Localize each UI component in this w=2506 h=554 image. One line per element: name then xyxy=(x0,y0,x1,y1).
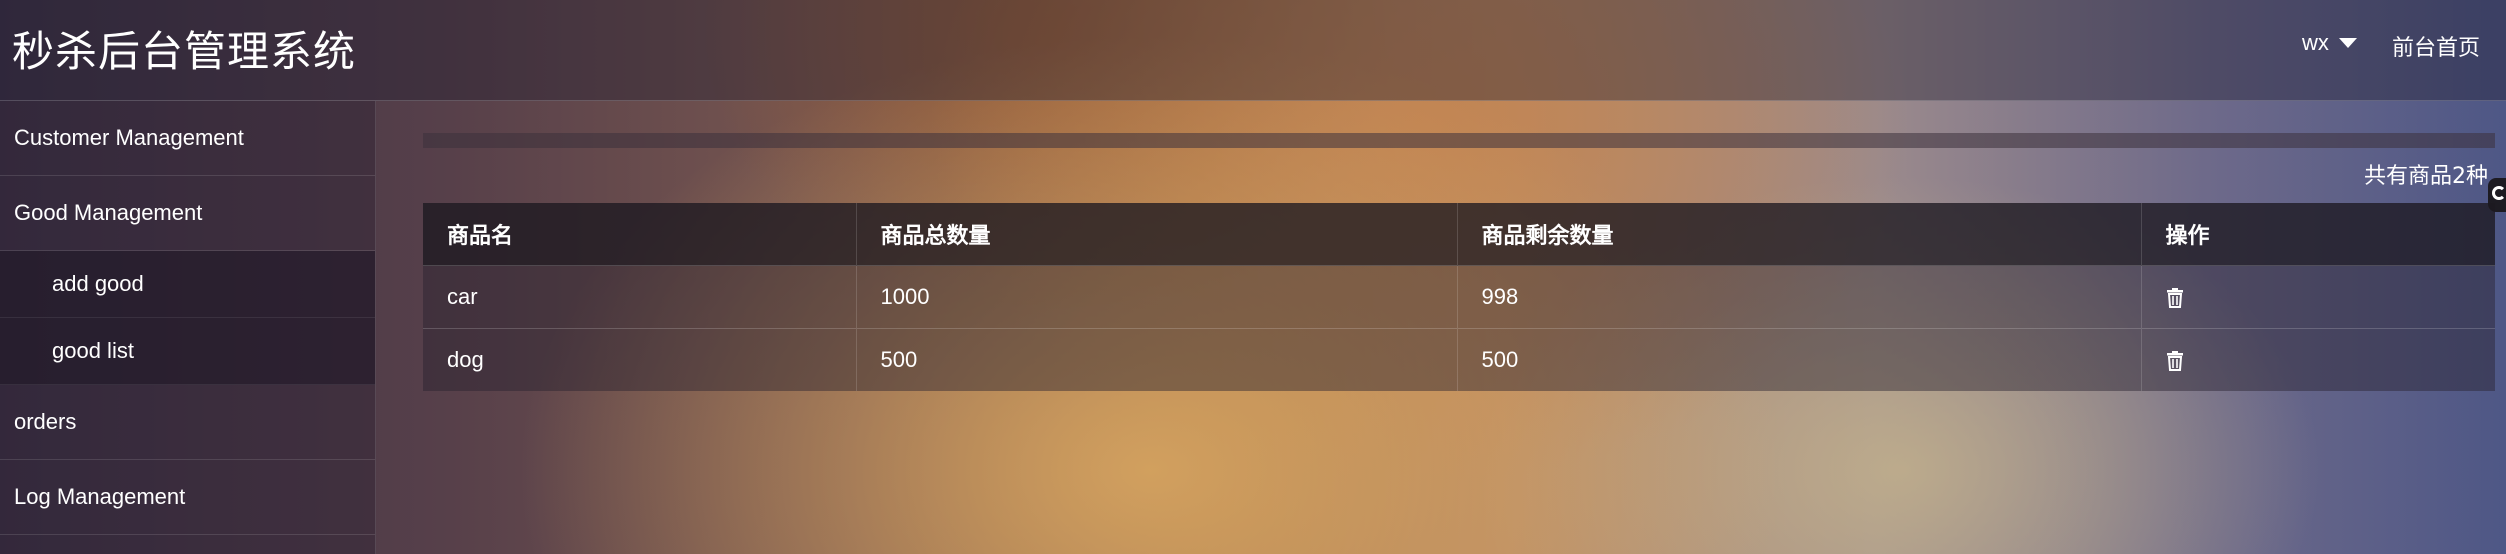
frontend-home-link[interactable]: 前台首页 xyxy=(2392,30,2480,62)
goods-table: 商品名 商品总数量 商品剩余数量 操作 car 1000 998 dog 500… xyxy=(423,203,2495,391)
cell-remaining: 500 xyxy=(1457,328,2142,391)
caret-down-icon xyxy=(2338,38,2357,48)
goods-table-container: 商品名 商品总数量 商品剩余数量 操作 car 1000 998 dog 500… xyxy=(423,203,2495,391)
user-name: wx xyxy=(2302,30,2329,55)
page-title: 秒杀后台管理系统 xyxy=(12,27,357,76)
column-header-actions: 操作 xyxy=(2165,224,2210,249)
sidebar-item-orders[interactable]: orders xyxy=(0,385,375,460)
sidebar: Customer Management Good Management add … xyxy=(0,101,376,554)
goods-count-text: 共有商品2种 xyxy=(2364,164,2488,189)
sidebar-subitem-good-list[interactable]: good list xyxy=(0,318,375,385)
cell-name: car xyxy=(423,265,857,329)
table-row: dog 500 500 xyxy=(423,328,2495,391)
trash-icon[interactable] xyxy=(2166,351,2184,372)
table-row: car 1000 998 xyxy=(423,265,2495,329)
sidebar-subitem-add-good[interactable]: add good xyxy=(0,251,375,318)
sidebar-item-good-management[interactable]: Good Management xyxy=(0,176,375,251)
cell-total: 500 xyxy=(856,328,1458,391)
sidebar-item-log-management[interactable]: Log Management xyxy=(0,460,375,535)
table-header-row: 商品名 商品总数量 商品剩余数量 操作 xyxy=(423,203,2495,266)
top-divider-strip xyxy=(423,133,2495,148)
trash-icon[interactable] xyxy=(2166,288,2184,309)
cell-remaining: 998 xyxy=(1457,265,2142,329)
sidebar-item-customer-management[interactable]: Customer Management xyxy=(0,101,375,176)
column-header-remaining: 商品剩余数量 xyxy=(1457,203,2142,266)
cell-actions xyxy=(2141,265,2495,329)
cell-name: dog xyxy=(423,328,857,391)
column-header-name: 商品名 xyxy=(423,203,857,266)
user-dropdown[interactable]: wx xyxy=(2302,30,2357,56)
cell-actions xyxy=(2141,328,2495,391)
cell-total: 1000 xyxy=(856,265,1458,329)
top-navbar: 秒杀后台管理系统 wx 前台首页 xyxy=(0,0,2506,101)
column-header-total: 商品总数量 xyxy=(856,203,1458,266)
